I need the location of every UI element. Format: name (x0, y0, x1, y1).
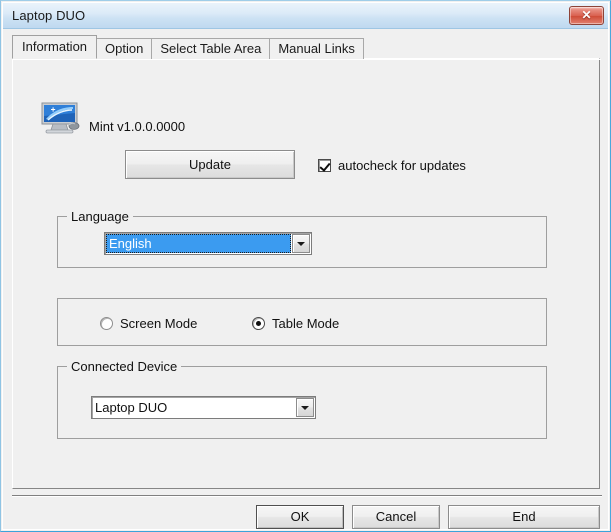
connected-device-select[interactable]: Laptop DUO (91, 396, 316, 419)
dialog-window: Laptop DUO ✕ Information Option Select T… (0, 0, 611, 532)
update-button[interactable]: Update (125, 150, 295, 179)
tab-manual-links[interactable]: Manual Links (269, 38, 364, 59)
radio-table-mode[interactable]: Table Mode (252, 316, 339, 331)
autocheck-for-updates-checkbox[interactable]: autocheck for updates (318, 156, 466, 174)
radio-mark-screen-mode[interactable] (100, 317, 113, 330)
language-select[interactable]: English (104, 232, 312, 255)
tab-option[interactable]: Option (96, 38, 153, 59)
chevron-down-icon[interactable] (296, 398, 314, 417)
radio-label-screen-mode: Screen Mode (120, 316, 198, 331)
footer-separator (12, 495, 602, 497)
checkbox-mark[interactable] (318, 158, 331, 172)
close-icon: ✕ (581, 8, 592, 22)
cancel-button[interactable]: Cancel (352, 505, 440, 529)
language-group: Language English (57, 209, 547, 268)
connected-device-select-value: Laptop DUO (95, 400, 168, 415)
monitor-icon (38, 100, 80, 138)
radio-label-table-mode: Table Mode (272, 316, 340, 331)
radio-screen-mode[interactable]: Screen Mode (100, 316, 197, 331)
tab-panel-top-edge (13, 59, 601, 60)
radio-mark-table-mode[interactable] (252, 317, 265, 330)
language-group-title: Language (67, 209, 133, 224)
autocheck-label: autocheck for updates (338, 157, 466, 173)
title-bar[interactable]: Laptop DUO ✕ (3, 3, 608, 29)
ok-button[interactable]: OK (256, 505, 344, 529)
end-button[interactable]: End (448, 505, 600, 529)
display-mode-group: Screen Mode Table Mode (57, 298, 547, 346)
chevron-down-icon[interactable] (292, 234, 310, 253)
connected-device-group-title: Connected Device (67, 359, 182, 374)
dialog-window-inner: Laptop DUO ✕ Information Option Select T… (2, 2, 609, 530)
tab-strip: Information Option Select Table Area Man… (12, 35, 364, 59)
close-button[interactable]: ✕ (569, 6, 604, 25)
window-title: Laptop DUO (12, 8, 86, 23)
version-label: Mint v1.0.0.0000 (89, 119, 186, 134)
tab-information[interactable]: Information (12, 35, 98, 59)
tab-select-table-area[interactable]: Select Table Area (151, 38, 271, 59)
language-select-value: English (106, 234, 291, 253)
connected-device-group: Connected Device Laptop DUO (57, 359, 547, 439)
tab-panel-information: Mint v1.0.0.0000 Update autocheck for up… (12, 58, 601, 489)
